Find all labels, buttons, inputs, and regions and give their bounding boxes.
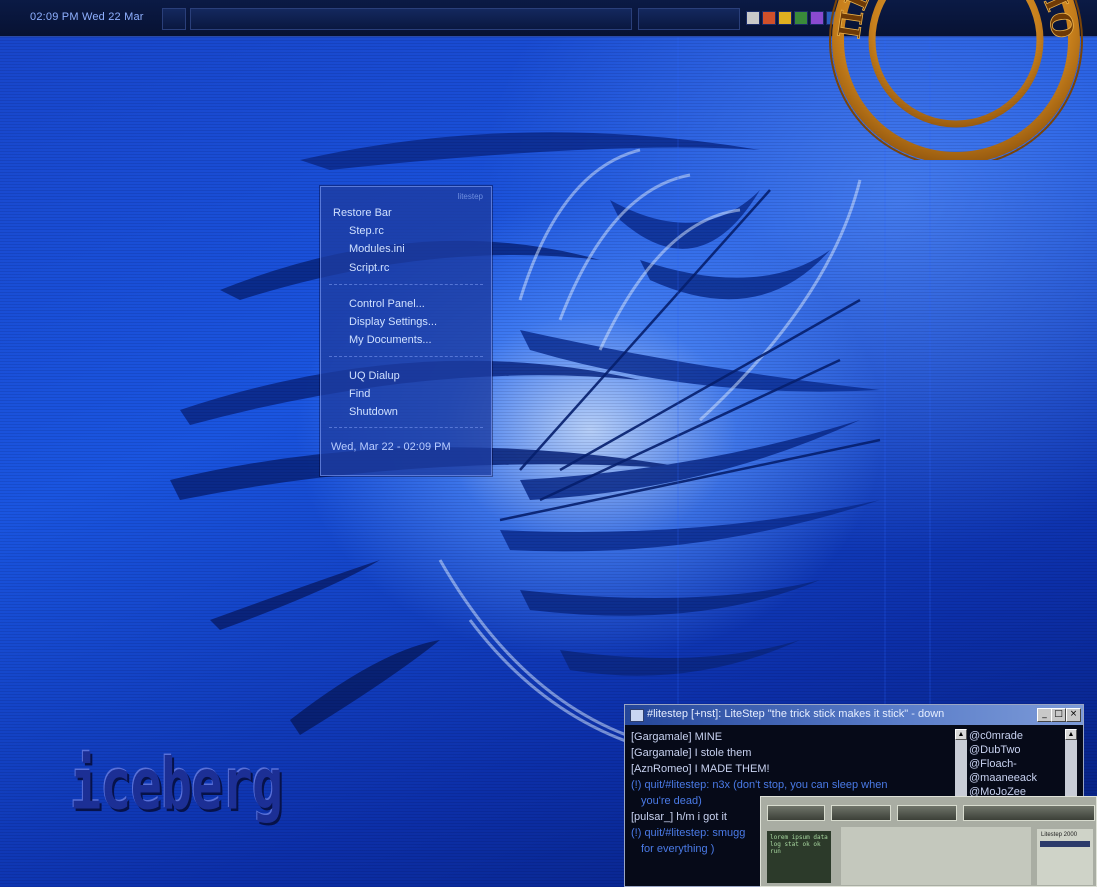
nick-list-item[interactable]: @Floach- — [969, 757, 1061, 771]
menu-separator — [329, 427, 483, 429]
menu-clock: Wed, Mar 22 - 02:09 PM — [331, 441, 451, 453]
minimize-button[interactable]: _ — [1037, 708, 1052, 722]
side-panel-strip — [1040, 841, 1090, 847]
menu-item-step-rc[interactable]: Step.rc — [349, 225, 384, 237]
chat-line: [Gargamale] I stole them — [631, 747, 752, 759]
chat-line: [Gargamale] MINE — [631, 731, 723, 743]
menu-title: litestep — [457, 192, 483, 201]
taskbar-task-button[interactable] — [638, 8, 740, 30]
chat-line: [AznRomeo] I MADE THEM! — [631, 763, 770, 775]
menu-item-my-documents[interactable]: My Documents... — [349, 334, 432, 346]
menu-item-display-settings[interactable]: Display Settings... — [349, 316, 437, 328]
irc-nick-list[interactable]: @c0mrade @DubTwo @Floach- @maaneeack @Mo… — [969, 729, 1061, 799]
nick-list-item[interactable]: @c0mrade — [969, 729, 1061, 743]
overlay-app-window: lorem ipsum data log stat ok ok run Lite… — [760, 796, 1097, 887]
status-panel: lorem ipsum data log stat ok ok run — [767, 831, 831, 883]
chat-line: (!) quit/#litestep: n3x (don't stop, you… — [631, 779, 888, 791]
scroll-up-arrow-icon[interactable]: ▲ — [1065, 729, 1077, 740]
monitor-tray-icon[interactable] — [746, 11, 760, 25]
side-panel-header: Litestep 2000 — [1041, 832, 1078, 838]
side-panel: Litestep 2000 — [1037, 829, 1093, 885]
menu-item-restore-bar[interactable]: Restore Bar — [333, 207, 392, 219]
magazine-stamp-graphic: ПРОГРАММА·НОМЕРА· — [800, 0, 1083, 160]
toolbar-button[interactable] — [831, 805, 891, 821]
desktop-logo: iceberg — [70, 745, 283, 826]
menu-separator — [329, 356, 483, 358]
menu-item-find[interactable]: Find — [349, 388, 370, 400]
volume-tray-icon[interactable] — [778, 11, 792, 25]
irc-titlebar[interactable]: #litestep [+nst]: LiteStep "the trick st… — [625, 705, 1083, 725]
nick-list-item[interactable]: @DubTwo — [969, 743, 1061, 757]
taskbar-button[interactable] — [162, 8, 186, 30]
close-button[interactable]: × — [1066, 708, 1081, 722]
menu-item-script-rc[interactable]: Script.rc — [349, 262, 389, 274]
nick-list-item[interactable]: @maaneeack — [969, 771, 1061, 785]
menu-item-modules-ini[interactable]: Modules.ini — [349, 243, 405, 255]
toolbar-button[interactable] — [963, 805, 1095, 821]
network-tray-icon[interactable] — [762, 11, 776, 25]
taskbar-clock[interactable]: 02:09 PM Wed 22 Mar — [30, 11, 144, 23]
scroll-up-arrow-icon[interactable]: ▲ — [955, 729, 967, 740]
irc-app-icon[interactable] — [630, 709, 644, 722]
menu-separator — [329, 284, 483, 286]
toolbar-button[interactable] — [897, 805, 957, 821]
app-content-area — [841, 827, 1031, 885]
popup-menu: litestep Restore Bar Step.rc Modules.ini… — [320, 186, 492, 476]
menu-item-uq-dialup[interactable]: UQ Dialup — [349, 370, 400, 382]
maximize-button[interactable]: □ — [1051, 708, 1066, 722]
menu-item-shutdown[interactable]: Shutdown — [349, 406, 398, 418]
taskbar-task-area[interactable] — [190, 8, 632, 30]
toolbar-button[interactable] — [767, 805, 825, 821]
irc-window-title: #litestep [+nst]: LiteStep "the trick st… — [647, 708, 945, 720]
menu-item-control-panel[interactable]: Control Panel... — [349, 298, 425, 310]
